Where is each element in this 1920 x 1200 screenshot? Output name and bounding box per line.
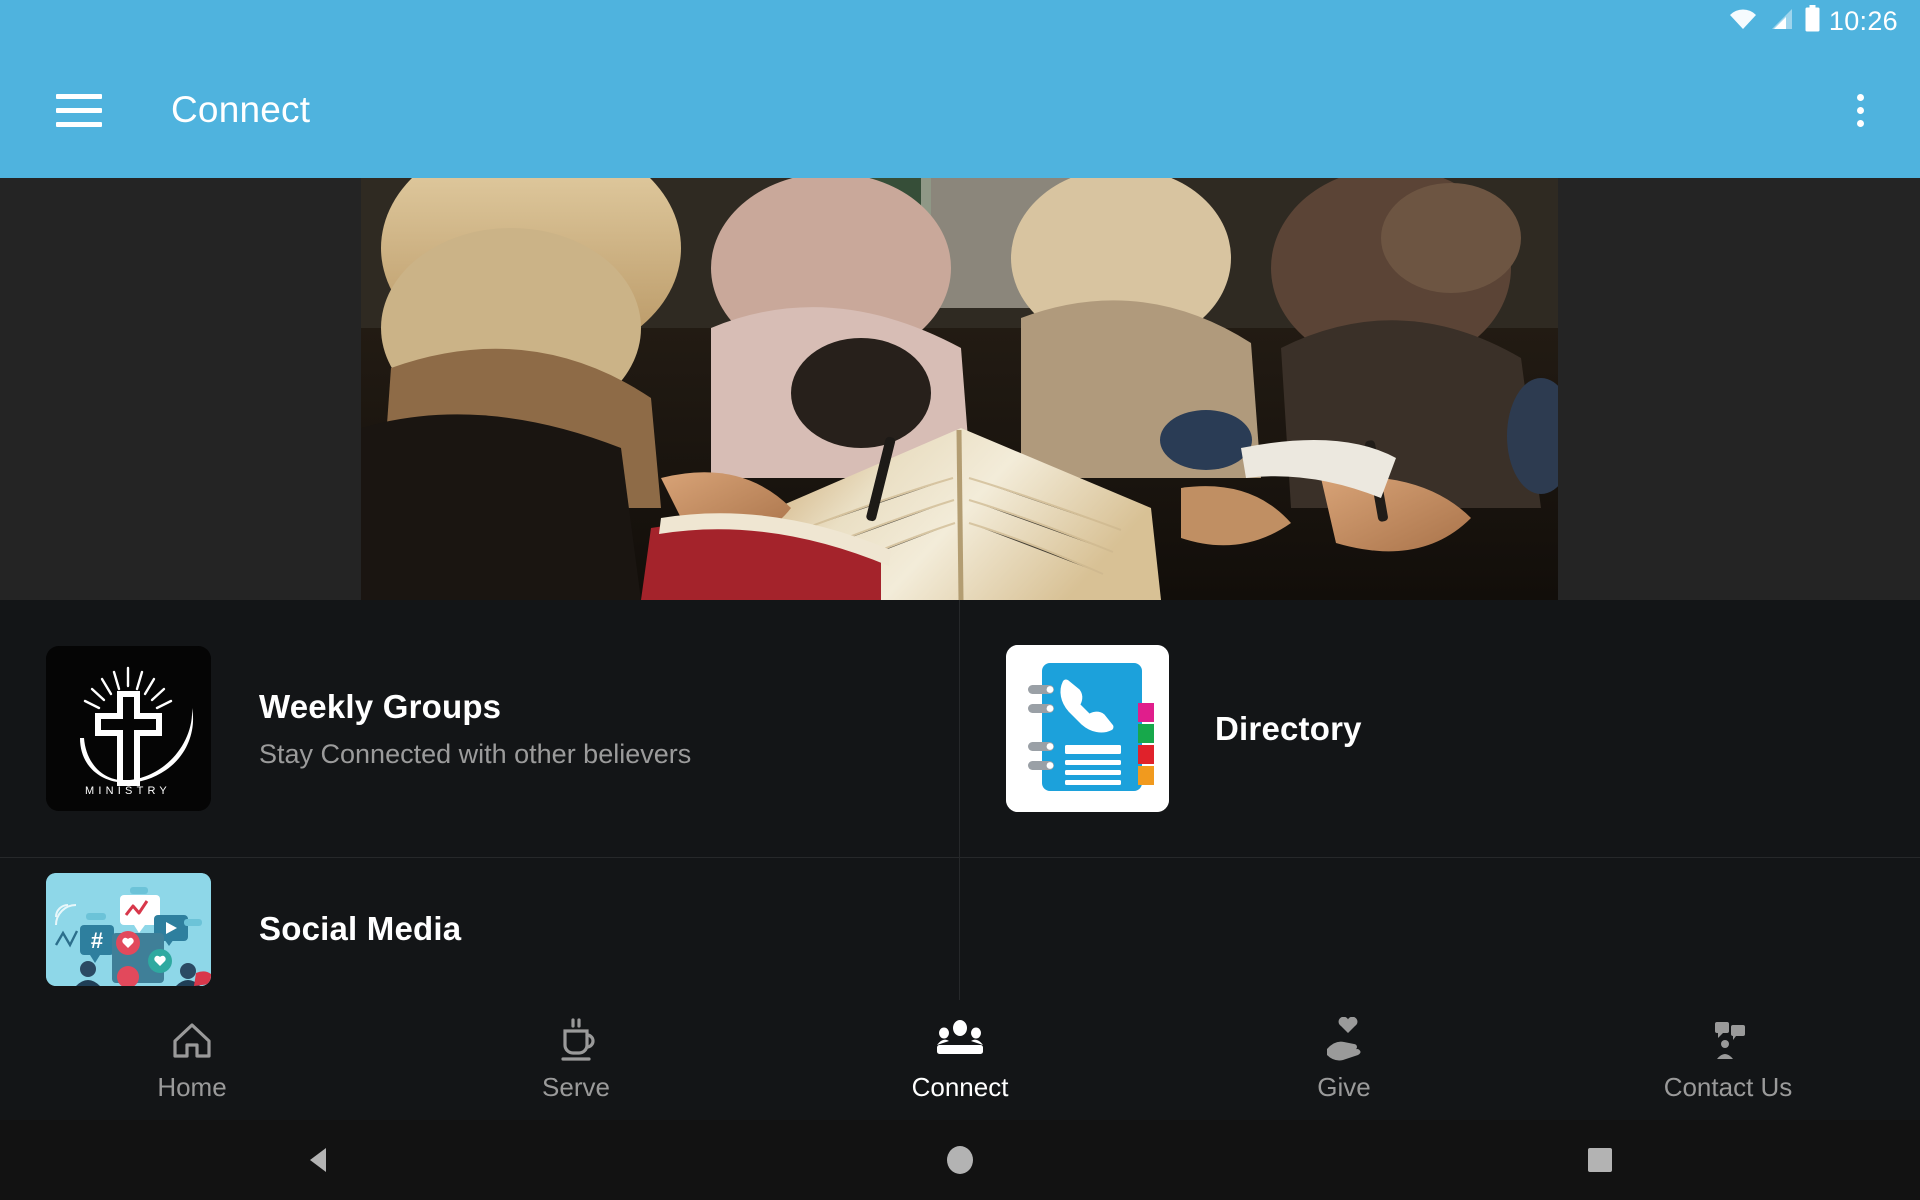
home-icon [170,1014,214,1066]
status-bar: 10:26 [0,0,1920,42]
overflow-menu-icon[interactable] [1857,93,1864,127]
hero-image [361,178,1558,600]
hero-banner [0,178,1920,600]
status-clock: 10:26 [1828,5,1898,36]
tab-label: Serve [542,1072,610,1102]
tab-label: Home [157,1072,227,1102]
svg-text:#: # [91,928,103,953]
tab-give[interactable]: Give [1152,1000,1536,1103]
recents-square-icon[interactable] [1540,1142,1660,1178]
page-title: Connect [171,89,311,130]
svg-text:MINISTRY: MINISTRY [85,785,171,797]
card-social-media[interactable]: # Social Media [0,858,959,1000]
card-weekly-groups[interactable]: MINISTRY Weekly Groups Stay Connected wi… [0,600,959,857]
menu-card-grid: MINISTRY Weekly Groups Stay Connected wi… [0,600,1920,1000]
app-bar: Connect [0,42,1920,178]
people-group-icon [935,1014,985,1066]
chat-person-icon [1705,1014,1751,1066]
hamburger-menu-icon[interactable] [56,93,102,127]
card-title: Directory [1215,709,1362,747]
card-directory-text: Directory [1215,710,1362,748]
hand-heart-icon [1321,1014,1367,1066]
tab-connect[interactable]: Connect [768,1000,1152,1103]
bottom-tab-bar: Home Serve Connect Give Contact Us [0,1000,1920,1120]
card-subtitle: Stay Connected with other believers [259,738,692,769]
tab-label: Contact Us [1663,1072,1793,1102]
card-directory[interactable]: Directory [960,600,1920,857]
home-circle-icon[interactable] [900,1142,1020,1178]
status-icon-group [1728,5,1821,37]
tab-home[interactable]: Home [0,1000,384,1103]
android-system-nav [0,1120,1920,1200]
wifi-icon [1728,7,1758,36]
tab-contact-us[interactable]: Contact Us [1536,1000,1920,1103]
hero-image-illustration [361,178,1558,600]
coffee-cup-icon [554,1014,598,1066]
card-social-media-text: Social Media [259,910,461,948]
tab-serve[interactable]: Serve [384,1000,768,1103]
card-title: Weekly Groups [259,687,502,725]
tab-label: Give [1317,1072,1371,1102]
ministry-cross-logo-icon: MINISTRY [46,646,211,811]
social-media-illustration-icon: # [46,872,211,986]
app-root: 10:26 Connect MINISTRY Weekly Groups Sta… [0,0,1920,1200]
tab-label: Connect [911,1072,1009,1102]
cell-signal-icon [1768,7,1794,36]
card-title: Social Media [259,910,462,947]
card-weekly-groups-text: Weekly Groups Stay Connected with other … [259,688,691,770]
phone-directory-book-icon [1006,645,1169,812]
battery-icon [1804,5,1821,37]
back-triangle-icon[interactable] [260,1142,380,1178]
